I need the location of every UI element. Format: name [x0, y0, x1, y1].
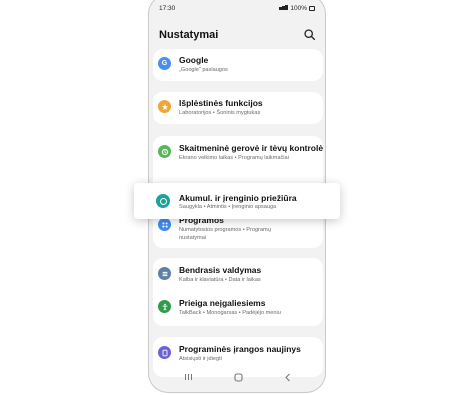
star-plus-icon [158, 100, 171, 113]
item-title: Akumul. ir įrenginio priežiūra [179, 193, 297, 203]
item-title: Prieiga neįgaliesiems [179, 298, 266, 308]
status-bar: 17:30 100% [149, 5, 325, 17]
accessibility-icon [158, 300, 171, 313]
item-title: Google [179, 55, 209, 65]
status-icons: 100% [279, 5, 315, 12]
item-title: Programinės įrangos naujinys [179, 344, 301, 354]
settings-item-accessibility[interactable]: Prieiga neįgaliesiems TalkBack • Monogar… [153, 293, 323, 323]
item-sub: Saugykla • Atmintis • Įrenginio apsauga [179, 204, 277, 210]
back-icon[interactable] [281, 370, 295, 384]
signal-icon [279, 5, 289, 12]
item-title: Išplėstinės funkcijos [179, 98, 263, 108]
settings-item-device-care[interactable]: Akumul. ir įrenginio priežiūra Saugykla … [134, 183, 340, 219]
item-sub-line2: nustatymai [179, 235, 207, 241]
item-title: Bendrasis valdymas [179, 265, 262, 275]
home-icon[interactable] [231, 370, 245, 384]
recents-icon[interactable] [181, 370, 195, 384]
navigation-bar [149, 370, 325, 384]
device-care-icon [156, 194, 170, 208]
status-time: 17:30 [159, 5, 176, 12]
item-sub: „Google“ paslaugos [179, 67, 228, 73]
settings-item-software-update[interactable]: Programinės įrangos naujinys Atsisiųsti … [153, 339, 323, 369]
battery-percent: 100% [290, 5, 307, 12]
settings-item-general-management[interactable]: Bendrasis valdymas Kalba ir klaviatūra •… [153, 260, 323, 290]
settings-card-google: G Google „Google“ paslaugos [153, 49, 323, 81]
item-sub: Kalba ir klaviatūra • Data ir laikas [179, 277, 261, 283]
battery-icon [309, 6, 315, 11]
item-sub: Atsisiųsti ir įdiegti [179, 356, 222, 362]
item-sub: Numatytosios programos • Programų [179, 227, 271, 233]
item-sub: Laboratorijos • Šoninis mygtukas [179, 110, 261, 116]
settings-item-digital-wellbeing[interactable]: Skaitmeninė gerovė ir tėvų kontrolė Ekra… [153, 138, 323, 168]
settings-item-advanced-features[interactable]: Išplėstinės funkcijos Laboratorijos • Šo… [153, 93, 323, 123]
settings-item-google[interactable]: G Google „Google“ paslaugos [153, 50, 323, 80]
software-update-icon [158, 346, 171, 359]
item-sub: TalkBack • Monogarsas • Padėjėjo meniu [179, 310, 281, 316]
page-title: Nustatymai [159, 29, 219, 41]
settings-card-advanced: Išplėstinės funkcijos Laboratorijos • Šo… [153, 92, 323, 124]
apps-icon [158, 218, 171, 231]
sliders-icon [158, 267, 171, 280]
google-icon: G [158, 57, 171, 70]
settings-card-general: Bendrasis valdymas Kalba ir klaviatūra •… [153, 258, 323, 326]
item-title: Skaitmeninė gerovė ir tėvų kontrolė [179, 143, 324, 153]
search-icon[interactable] [303, 28, 316, 41]
wellbeing-icon [158, 145, 171, 158]
item-sub: Ekrano veikimo laikas • Programų laikmač… [179, 155, 289, 161]
